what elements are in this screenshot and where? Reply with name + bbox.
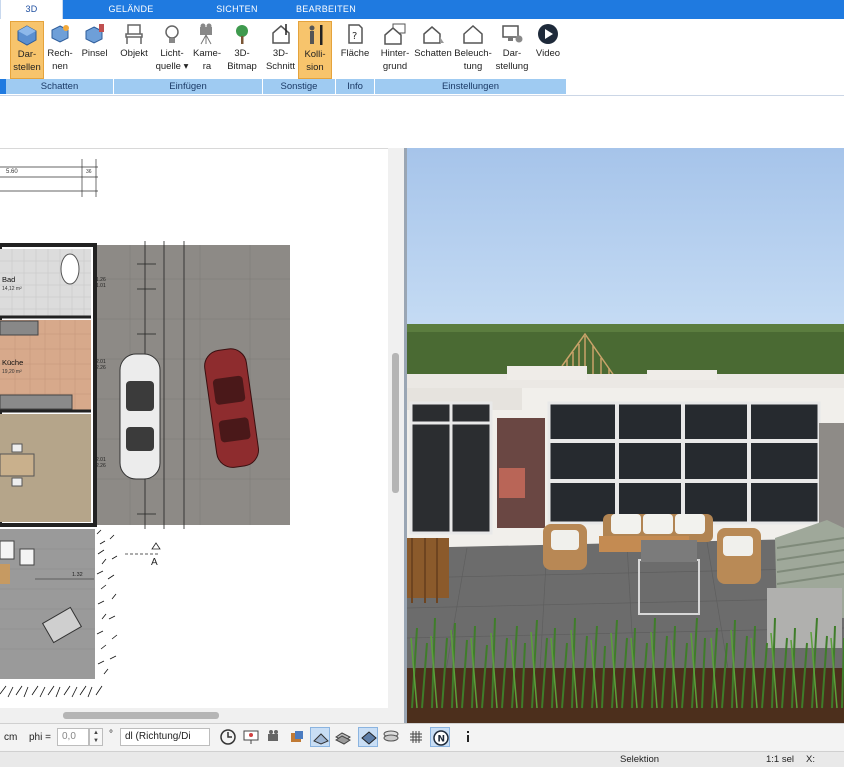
view-mode-2-button[interactable]: [333, 727, 353, 747]
house-shadow-icon: [423, 26, 444, 44]
tree-icon: [236, 25, 248, 44]
phi-label: phi =: [29, 732, 51, 743]
room-area-kueche: 19,20 m²: [2, 369, 22, 375]
dim-label: 1.32: [72, 572, 83, 578]
chair-icon: [125, 24, 143, 44]
grid-button[interactable]: [406, 727, 426, 747]
phi-spinner[interactable]: ▲ ▼: [89, 728, 103, 746]
3d-bitmap-button[interactable]: 3D- Bitmap: [224, 21, 260, 79]
schatten-button[interactable]: Schatten: [413, 21, 453, 79]
view-mode-4-button[interactable]: [381, 727, 401, 747]
kollision-button[interactable]: Kolli-sion: [298, 21, 332, 79]
status-scale: 1:1 sel: [766, 754, 794, 765]
3d-schnitt-button[interactable]: 3D- Schnitt: [263, 21, 298, 79]
collision-person-icon: [309, 25, 323, 45]
dim-label: 2.26: [96, 365, 106, 371]
presentation-icon: [243, 730, 259, 744]
lichtquelle-button[interactable]: Licht-quelle ▾: [155, 21, 189, 79]
area-icon: ?: [348, 24, 363, 44]
dim-label: 2.26: [96, 463, 106, 469]
darstellen-button[interactable]: Dar-stellen: [10, 21, 44, 79]
section-marker-label: A: [151, 557, 158, 568]
ribbon-tab-bar: 3D GELÄNDE SICHTEN BEARBEITEN: [0, 0, 844, 19]
plan-vertical-scroll-thumb[interactable]: [392, 353, 399, 493]
darstellung-button[interactable]: Dar-stellung: [493, 21, 531, 79]
3d-view[interactable]: [407, 148, 844, 723]
north-button[interactable]: N: [430, 727, 450, 747]
flaeche-button[interactable]: ? Fläche: [338, 21, 372, 79]
house-background-icon: [384, 23, 406, 45]
dimension-top-label: 5.60: [6, 169, 18, 175]
tab-gelaende[interactable]: GELÄNDE: [98, 0, 164, 19]
tab-sichten[interactable]: SICHTEN: [205, 0, 269, 19]
north-compass-icon: N: [433, 730, 449, 746]
rechnen-button[interactable]: Rech-nen: [45, 21, 75, 79]
clock-icon: [220, 729, 236, 745]
status-x-coordinate: X:: [806, 754, 815, 765]
dim-label: 1.01: [96, 283, 106, 289]
camera-small-icon: [268, 730, 278, 741]
monitor-gear-icon: [502, 25, 523, 43]
room-area-bad: 14,12 m²: [2, 286, 22, 292]
hintergrund-button[interactable]: Hinter-grund: [377, 21, 413, 79]
cube-calc-icon: [51, 25, 69, 43]
svg-text:N: N: [438, 735, 446, 745]
cube-solid-icon: [17, 25, 37, 46]
degree-label: °: [109, 729, 113, 740]
ribbon-edge: [0, 79, 6, 94]
3d-scene-render: [407, 148, 844, 723]
floor-plan-drawing: 5.60 36 Bad 14,12 m² Küche 19,20 m² 1.26…: [0, 159, 290, 698]
phi-input[interactable]: 0,0: [57, 728, 89, 746]
vertical-ellipsis-icon: [467, 731, 469, 742]
kamera-button[interactable]: Kame-ra: [192, 21, 222, 79]
svg-text:?: ?: [352, 31, 357, 42]
beach-chair: [767, 520, 844, 648]
property-area: [0, 96, 844, 148]
plane-view-icon: [313, 733, 329, 745]
house-light-icon: [463, 24, 483, 44]
car-white: [119, 353, 161, 480]
section-icon: [271, 24, 290, 44]
ribbon-toolbar: Dar-stellen Rech-nen Pinsel Objekt Licht…: [0, 19, 844, 96]
beleuchtung-button[interactable]: Beleuch-tung: [454, 21, 492, 79]
dimension-top-right-label: 36: [86, 169, 92, 175]
layers-view-icon: [335, 732, 351, 745]
play-icon: [538, 24, 558, 44]
group-label-schatten: Schatten: [6, 79, 113, 94]
presentation-button[interactable]: [241, 727, 261, 747]
group-label-einstellungen: Einstellungen: [375, 79, 566, 94]
texture-button[interactable]: [287, 727, 307, 747]
floor-plan-view[interactable]: 5.60 36 Bad 14,12 m² Küche 19,20 m² 1.26…: [0, 148, 404, 723]
unit-label: cm: [4, 732, 18, 743]
clock-button[interactable]: [218, 727, 238, 747]
stack-icon: [383, 730, 399, 742]
group-label-info: Info: [336, 79, 374, 94]
more-options-button[interactable]: [458, 727, 478, 747]
lightbulb-icon: [165, 25, 179, 43]
video-button[interactable]: Video: [533, 21, 563, 79]
status-bar: Selektion 1:1 sel X:: [0, 751, 844, 767]
texture-icon: [291, 731, 303, 742]
tab-3d[interactable]: 3D: [0, 0, 63, 19]
walk-camera-button[interactable]: [264, 727, 284, 747]
bottom-toolbar: cm phi = 0,0 ▲ ▼ ° dl (Richtung/Di N: [0, 723, 844, 751]
status-mode: Selektion: [620, 754, 660, 765]
objekt-button[interactable]: Objekt: [117, 21, 151, 79]
group-label-sonstige: Sonstige: [263, 79, 335, 94]
grid-icon: [410, 731, 422, 743]
room-name-kueche: Küche: [2, 358, 23, 367]
plan-vertical-scrollbar[interactable]: [388, 148, 404, 723]
cube-brush-icon: [85, 24, 104, 44]
solid-plane-icon: [361, 731, 377, 745]
view-mode-1-button[interactable]: [310, 727, 330, 747]
plan-horizontal-scroll-thumb[interactable]: [63, 712, 219, 719]
tab-bearbeiten[interactable]: BEARBEITEN: [290, 0, 362, 19]
pinsel-button[interactable]: Pinsel: [78, 21, 111, 79]
room-name-bad: Bad: [2, 275, 15, 284]
plan-horizontal-scrollbar[interactable]: [0, 708, 388, 723]
view-mode-3-button[interactable]: [358, 727, 378, 747]
group-label-einfuegen: Einfügen: [114, 79, 262, 94]
camera-icon: [200, 23, 212, 45]
direction-dropdown[interactable]: dl (Richtung/Di: [120, 728, 210, 746]
